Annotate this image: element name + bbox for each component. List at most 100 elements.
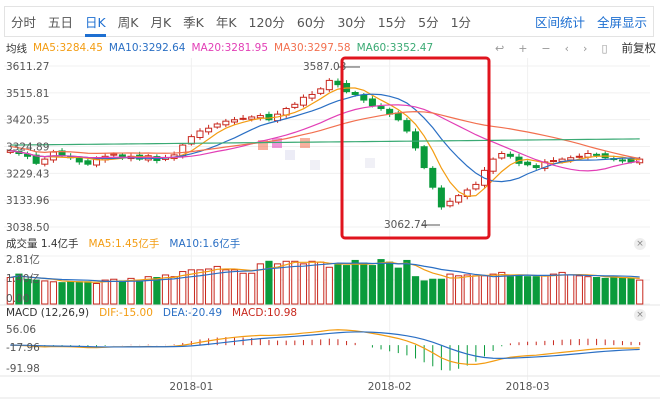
volume-bar-down [360,262,368,305]
price-axis-label: 3324.89 [6,142,49,154]
candle-up [239,117,247,120]
price-axis-label: 3038.50 [6,222,49,234]
volume-bar-up [472,275,480,305]
price-axis-label: 3420.35 [6,115,49,127]
volume-bar-down [420,280,428,305]
date-axis-label: 2018-01 [169,381,213,393]
price-axis-label: 3133.96 [6,195,50,207]
volume-bar-down [334,264,342,305]
volume-bar-down [386,261,394,305]
watermark-block [300,138,310,148]
candle-up [222,120,230,126]
candle-up [41,158,49,165]
volume-bar-up [541,275,549,305]
candle-up [567,157,575,161]
candle-down [377,106,385,110]
volume-bar-up [463,274,471,305]
candle-down [593,153,601,156]
volume-bar-down [532,276,540,305]
volume-bar-up [325,266,333,305]
volume-bar-down [136,280,144,305]
volume-bar-down [506,276,514,305]
volume-bar-down [515,274,523,305]
volume-bar-down [411,276,420,305]
volume-bar-down [437,278,445,305]
candle-down [403,120,411,132]
candle-up [455,195,463,203]
volume-bar-up [222,269,230,305]
candle-up [196,130,204,138]
candle-up [575,155,583,158]
low-price-annotation: 3062.74 [384,219,428,231]
volume-bar-up [498,271,506,305]
volume-bar-down [627,277,635,305]
candle-up [205,127,213,133]
ma30-line [10,111,640,160]
volume-bar-up [101,279,109,305]
candle-up [325,79,333,91]
volume-axis-label: 2.81亿 [6,253,40,266]
candle-down [532,165,540,169]
volume-bar-up [273,263,282,305]
volume-bar-up [248,272,256,305]
candle-up [317,88,325,94]
date-axis-label: 2018-03 [506,381,550,393]
macd-axis-label: -91.98 [6,363,40,375]
candle-up [256,115,264,119]
volume-bar-up [299,263,308,305]
volume-bar-up [230,269,239,305]
volume-bar-down [610,276,618,305]
volume-bar-up [575,275,583,305]
candle-down [412,131,420,149]
candle-up [489,158,497,172]
candle-down [84,160,92,165]
price-axis-label: 3515.81 [6,88,49,100]
volume-bar-down [153,277,161,305]
candle-up [248,116,256,120]
volume-axis-label: 1.40亿 [6,272,40,285]
volume-bar-up [92,283,101,305]
volume-bar-down [351,259,359,305]
candle-down [429,167,437,188]
candle-down [524,161,532,166]
volume-bar-down [601,277,609,305]
candle-up [213,123,221,128]
candle-up [291,103,299,108]
volume-bar-down [118,280,126,305]
candle-down [506,153,514,157]
volume-bar-up [549,273,558,305]
candle-up [110,153,118,156]
volume-bar-up [239,272,247,305]
volume-bar-up [584,276,592,305]
volume-bar-up [41,280,49,305]
candle-down [368,98,376,107]
kline-chart[interactable]: 3611.27 3515.81 3420.35 3324.89 3229.43 3133.… [0,0,660,403]
candle-down [75,158,83,163]
candle-up [308,93,316,99]
volume-bar-up [489,273,497,305]
volume-bar-down [75,281,83,305]
candle-down [265,113,273,121]
volume-bar-down [592,277,601,305]
candle-down [627,158,635,163]
volume-bar-up [455,275,463,305]
watermark-block [285,150,295,160]
volume-bar-down [403,259,411,305]
volume-bar-up [170,276,178,305]
candle-up [230,119,238,123]
volume-bar-up [558,271,566,305]
volume-bar-down [342,265,351,305]
candle-up [549,160,557,163]
macd-axis-label: -17.96 [6,342,40,354]
volume-bar-up [480,275,489,305]
volume-bar-up [110,278,118,305]
candle-up [446,200,454,207]
watermark-block [310,160,320,170]
volume-bar-down [394,267,402,305]
volume-bar-down [84,281,92,305]
candle-down [420,146,428,169]
volume-bar-down [67,281,75,305]
volume-bar-up [213,265,221,305]
volume-bar-down [58,282,66,305]
volume-bar-up [49,281,58,305]
